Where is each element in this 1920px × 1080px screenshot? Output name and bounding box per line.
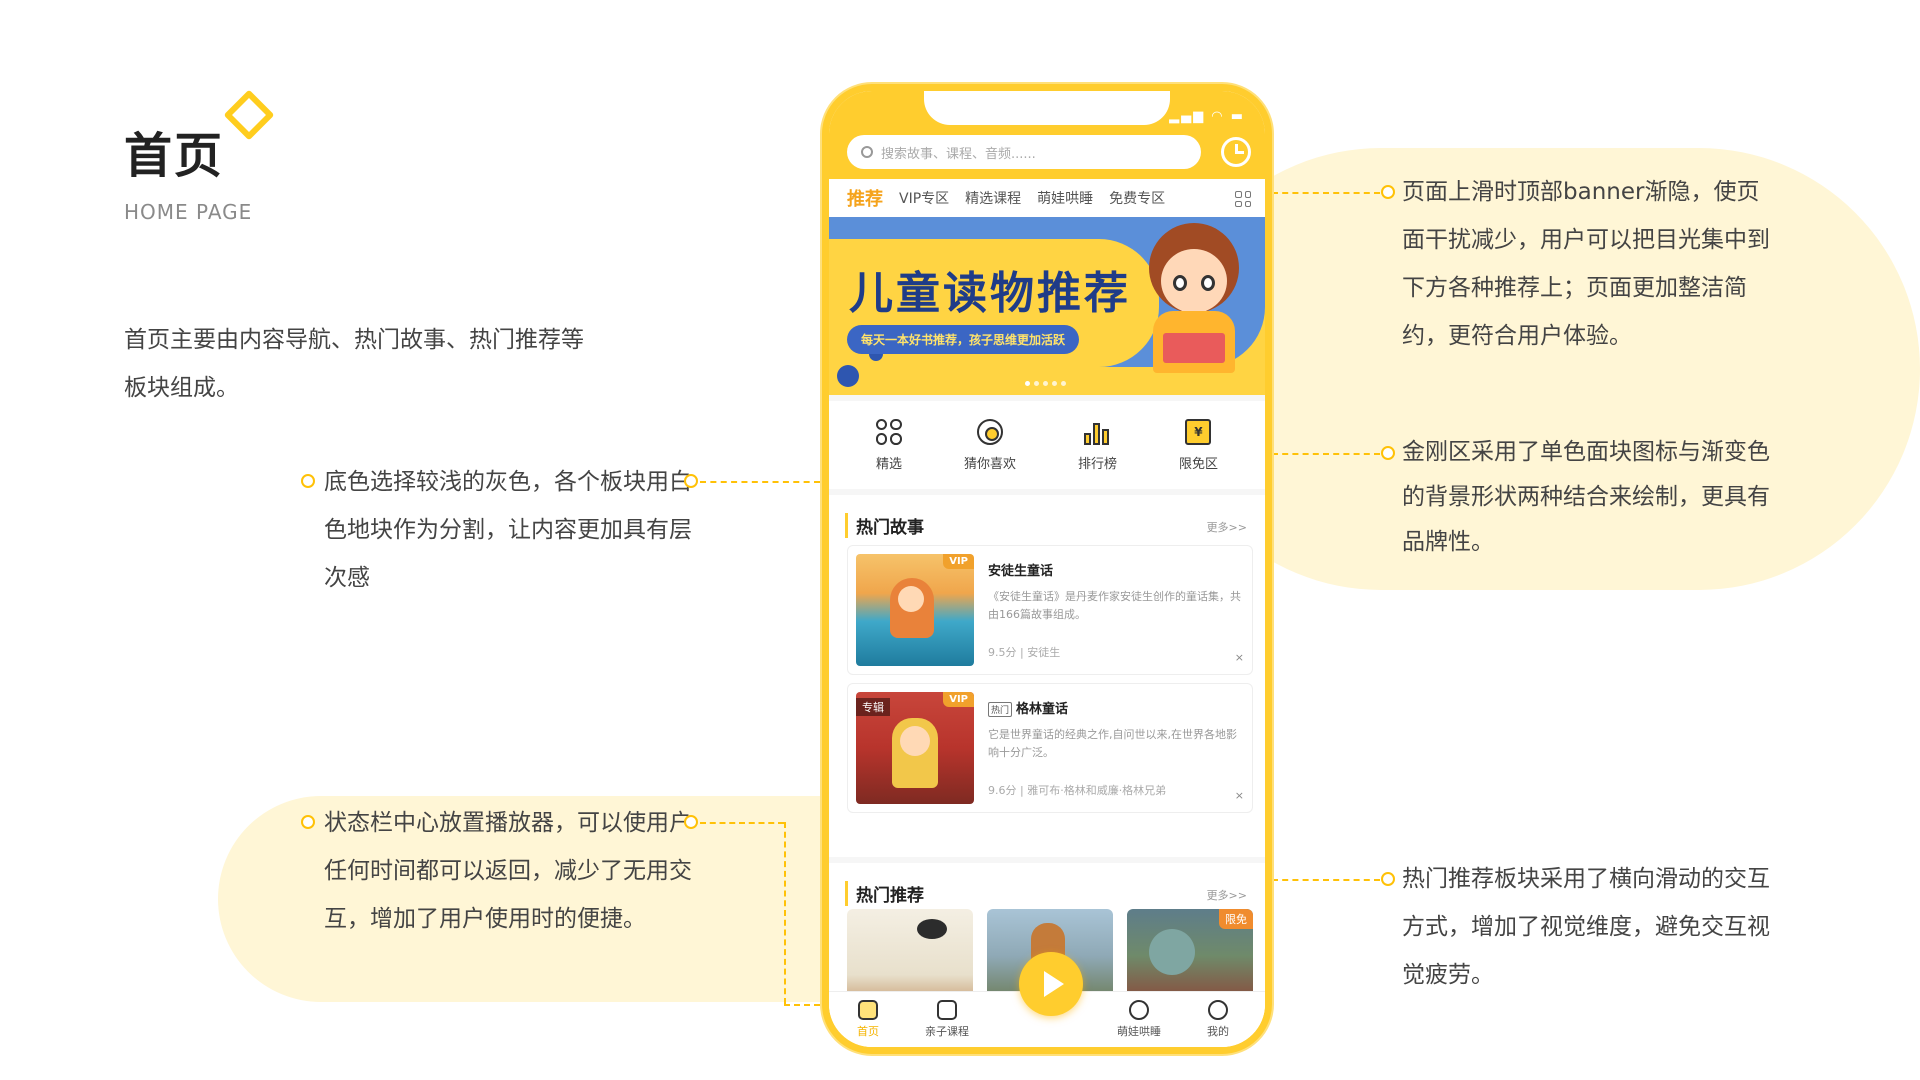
- annotation-leader: [700, 822, 784, 824]
- profile-icon: [1208, 1000, 1228, 1020]
- app-header: ▂▄▆ ◠ ▬ 搜索故事、课程、音频......: [829, 91, 1265, 179]
- story-desc: 它是世界童话的经典之作,自问世以来,在世界各地影响十分广泛。: [988, 728, 1237, 759]
- rec-card[interactable]: 限免: [1127, 909, 1253, 1003]
- story-meta: 9.6分 | 雅可布·格林和威廉·格林兄弟: [988, 784, 1167, 797]
- banner-decoration: [837, 365, 859, 387]
- tabbar-label: 亲子课程: [925, 1025, 969, 1038]
- intro-text: 首页主要由内容导航、热门故事、热门推荐等板块组成。: [124, 327, 584, 401]
- ranking-icon: [1084, 419, 1110, 445]
- annotation-banner: 页面上滑时顶部banner渐隐，使页面干扰减少，用户可以把目光集中到下方各种推荐…: [1402, 179, 1770, 349]
- book-icon: [937, 1000, 957, 1020]
- vip-badge: VIP: [943, 692, 974, 707]
- annotation-marker: [301, 815, 315, 829]
- annotation-recommend: 热门推荐板块采用了横向滑动的交互方式，增加了视觉维度，避免交互视觉疲劳。: [1402, 866, 1770, 988]
- annotation-leader: [784, 822, 786, 1004]
- story-meta: 9.5分 | 安徒生: [988, 646, 1061, 659]
- annotation-marker: [1381, 185, 1395, 199]
- annotation-kingkong: 金刚区采用了单色面块图标与渐变色的背景形状两种结合来绘制，更具有品牌性。: [1402, 439, 1770, 555]
- tabbar-home[interactable]: 首页: [857, 1000, 879, 1039]
- page-title: 首页: [124, 128, 225, 184]
- sleep-icon: [1129, 1000, 1149, 1020]
- close-icon[interactable]: ×: [1235, 789, 1244, 802]
- annotation-leader: [784, 1004, 820, 1006]
- rec-card[interactable]: [847, 909, 973, 1003]
- diamond-icon: [223, 89, 275, 141]
- annotation-leader: [1272, 879, 1380, 881]
- story-title: 安徒生童话: [988, 564, 1054, 579]
- section-title: 热门推荐: [845, 881, 924, 906]
- tabbar-courses[interactable]: 亲子课程: [925, 1000, 969, 1039]
- tabbar-label: 我的: [1207, 1025, 1229, 1038]
- annotation-marker: [1381, 446, 1395, 460]
- grid-icon: [875, 418, 902, 445]
- tabbar-mine[interactable]: 我的: [1207, 1000, 1229, 1039]
- history-clock-icon[interactable]: [1221, 137, 1251, 167]
- banner-headline: 儿童读物推荐: [849, 268, 1131, 319]
- tab-free[interactable]: 免费专区: [1109, 188, 1165, 208]
- phone-mockup: ▂▄▆ ◠ ▬ 搜索故事、课程、音频...... 推荐 VIP专区 精选课程 萌…: [822, 84, 1272, 1054]
- kk-label: 限免区: [1178, 456, 1218, 472]
- banner-tagline: 每天一本好书推荐，孩子思维更加活跃: [847, 325, 1080, 354]
- play-button[interactable]: [1019, 952, 1083, 1016]
- annotation-marker: [684, 815, 698, 829]
- tabbar-label: 首页: [857, 1025, 879, 1038]
- more-link[interactable]: 更多>>: [1207, 887, 1247, 903]
- phone-notch: [924, 91, 1170, 125]
- kingkong-nav: 精选 猜你喜欢 排行榜 ¥ 限免区: [829, 401, 1265, 489]
- kk-label: 猜你喜欢: [963, 456, 1016, 472]
- annotation-player: 状态栏中心放置播放器，可以使用户任何时间都可以返回，减少了无用交互，增加了用户使…: [324, 810, 692, 932]
- story-card[interactable]: VIP 安徒生童话 《安徒生童话》是丹麦作家安徒生创作的童话集，共由166篇故事…: [847, 545, 1253, 675]
- home-icon: [858, 1000, 878, 1020]
- annotation-leader: [1272, 192, 1380, 194]
- page-subtitle: HOME PAGE: [124, 200, 253, 224]
- kk-featured[interactable]: 精选: [875, 418, 902, 472]
- search-input[interactable]: 搜索故事、课程、音频......: [847, 135, 1201, 169]
- annotation-marker: [684, 474, 698, 488]
- annotation-marker: [301, 474, 315, 488]
- search-icon: [861, 146, 873, 158]
- story-desc: 《安徒生童话》是丹麦作家安徒生创作的童话集，共由166篇故事组成。: [988, 590, 1241, 621]
- all-categories-icon[interactable]: [1235, 191, 1251, 207]
- kk-label: 排行榜: [1077, 456, 1117, 472]
- tab-sleep[interactable]: 萌娃哄睡: [1037, 188, 1093, 208]
- ticket-icon: ¥: [1185, 418, 1212, 445]
- annotation-background: 底色选择较浅的灰色，各个板块用白色地块作为分割，让内容更加具有层次感: [324, 469, 692, 591]
- banner-pagination: [1025, 381, 1066, 386]
- story-title-row: 热门 格林童话: [988, 698, 1068, 717]
- tabbar-sleep[interactable]: 萌娃哄睡: [1117, 1000, 1161, 1039]
- section-title: 热门故事: [845, 513, 924, 538]
- girl-reading-illustration: [1139, 223, 1249, 373]
- mermaid-thumbnail: VIP: [856, 554, 974, 666]
- search-placeholder: 搜索故事、课程、音频......: [881, 146, 1036, 162]
- story-title: 格林童话: [1016, 702, 1069, 717]
- status-icons: ▂▄▆ ◠ ▬: [1169, 109, 1245, 124]
- king-thumbnail: 专辑 VIP: [856, 692, 974, 804]
- close-icon[interactable]: ×: [1235, 651, 1244, 664]
- free-badge: 限免: [1219, 909, 1253, 929]
- kk-free[interactable]: ¥ 限免区: [1178, 418, 1218, 472]
- kk-guess[interactable]: 猜你喜欢: [963, 418, 1016, 472]
- tabbar-label: 萌娃哄睡: [1117, 1025, 1161, 1038]
- more-link[interactable]: 更多>>: [1207, 519, 1247, 535]
- bottom-tabbar: 首页 亲子课程 萌娃哄睡 我的: [829, 952, 1265, 1047]
- album-tag: 专辑: [856, 698, 890, 716]
- story-card[interactable]: 专辑 VIP 热门 格林童话 它是世界童话的经典之作,自问世以来,在世界各地影响十…: [847, 683, 1253, 813]
- tab-recommend[interactable]: 推荐: [847, 185, 883, 211]
- annotation-marker: [1381, 872, 1395, 886]
- kk-label: 精选: [875, 456, 902, 472]
- tab-vip[interactable]: VIP专区: [899, 188, 949, 208]
- tab-courses[interactable]: 精选课程: [965, 188, 1021, 208]
- hot-stories-section: 热门故事 更多>> VIP 安徒生童话 《安徒生童话》是丹麦作家安徒生创作的童话…: [829, 495, 1265, 857]
- annotation-leader: [700, 481, 820, 483]
- vip-badge: VIP: [943, 554, 974, 569]
- annotation-leader: [1272, 453, 1380, 455]
- eye-icon: [976, 418, 1003, 445]
- hot-tag: 热门: [988, 702, 1013, 717]
- hero-banner[interactable]: 儿童读物推荐 每天一本好书推荐，孩子思维更加活跃: [829, 217, 1265, 395]
- category-tabs: 推荐 VIP专区 精选课程 萌娃哄睡 免费专区: [829, 179, 1265, 217]
- kk-ranking[interactable]: 排行榜: [1078, 419, 1117, 472]
